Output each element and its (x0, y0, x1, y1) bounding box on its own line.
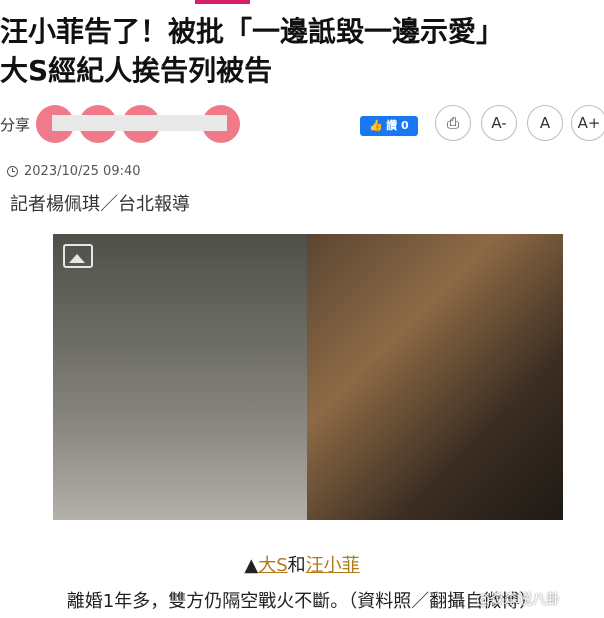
caption-rest: 離婚1年多，雙方仍隔空戰火不斷。（資料照／翻攝自微博） (66, 591, 538, 612)
article-title-line2: 大S經紀人挨告列被告 (0, 54, 273, 87)
font-larger-button[interactable]: A+ (571, 105, 604, 141)
font-larger-label: A+ (577, 114, 601, 132)
like-label: 讚 0 (386, 119, 409, 132)
top-accent-bar (195, 0, 250, 4)
clock-icon (7, 165, 18, 177)
font-reset-button[interactable]: A (527, 105, 563, 141)
photo-right-panel (307, 234, 563, 520)
watermark: @森森说八卦 (476, 592, 560, 608)
share-label: 分享 (0, 116, 31, 134)
photo-left-panel (53, 234, 307, 520)
caption-mid: 和 (287, 555, 306, 576)
print-button[interactable]: ⎙ (435, 105, 471, 141)
reporter-byline: 記者楊佩琪／台北報導 (10, 194, 190, 215)
publish-date-text: 2023/10/25 09:40 (24, 163, 141, 179)
top-bar (0, 0, 604, 4)
article-page: 汪小菲告了！被批「一邊詆毀一邊示愛」 大S經紀人挨告列被告 分享 👍 讚 0 ⎙… (0, 0, 604, 618)
font-smaller-label: A- (491, 114, 507, 132)
gallery-icon[interactable] (63, 244, 93, 268)
publish-date: 2023/10/25 09:40 (7, 161, 141, 181)
font-reset-label: A (539, 114, 551, 132)
share-blur-overlay (52, 115, 227, 131)
caption-link-da-s[interactable]: 大S (258, 555, 287, 576)
font-smaller-button[interactable]: A- (481, 105, 517, 141)
caption-link-wang-xiaofei[interactable]: 汪小菲 (306, 555, 360, 576)
facebook-like-button[interactable]: 👍 讚 0 (360, 116, 418, 136)
caption-prefix: ▲ (244, 555, 259, 576)
article-title: 汪小菲告了！被批「一邊詆毀一邊示愛」 大S經紀人挨告列被告 (0, 12, 604, 90)
thumbs-up-icon: 👍 (369, 119, 384, 132)
article-title-line1: 汪小菲告了！被批「一邊詆毀一邊示愛」 (0, 15, 505, 48)
printer-icon: ⎙ (446, 114, 459, 132)
article-photo[interactable] (53, 234, 563, 520)
